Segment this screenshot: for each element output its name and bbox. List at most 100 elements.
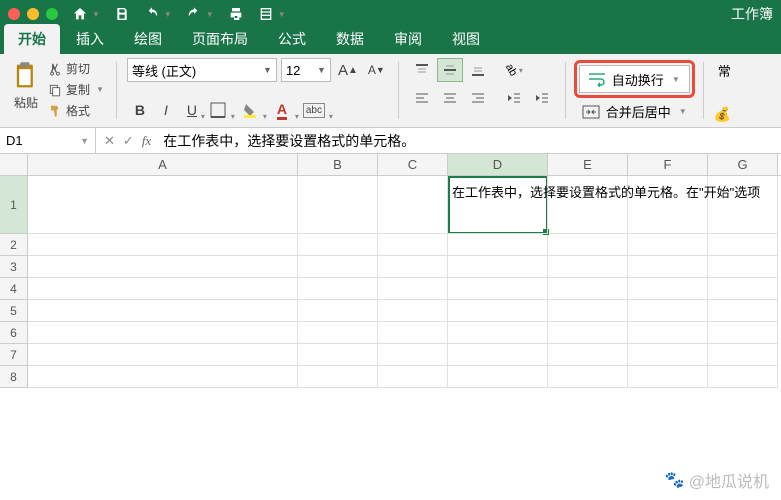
cell[interactable] bbox=[378, 344, 448, 366]
decrease-indent-button[interactable] bbox=[501, 86, 527, 110]
redo-icon[interactable]: ▼ bbox=[186, 6, 214, 22]
cell[interactable] bbox=[378, 300, 448, 322]
cell[interactable] bbox=[448, 234, 548, 256]
cell[interactable] bbox=[548, 344, 628, 366]
cell[interactable] bbox=[298, 366, 378, 388]
cell[interactable] bbox=[298, 322, 378, 344]
cell[interactable] bbox=[548, 366, 628, 388]
tab-insert[interactable]: 插入 bbox=[62, 24, 118, 54]
select-all-corner[interactable] bbox=[0, 154, 28, 175]
column-header[interactable]: A bbox=[28, 154, 298, 175]
font-size-combo[interactable]: 12▼ bbox=[281, 58, 331, 82]
close-icon[interactable] bbox=[8, 8, 20, 20]
cell[interactable] bbox=[548, 300, 628, 322]
column-header[interactable]: G bbox=[708, 154, 778, 175]
align-right-button[interactable] bbox=[465, 86, 491, 110]
wrap-text-button[interactable]: 自动换行▼ bbox=[579, 65, 690, 93]
cell[interactable] bbox=[378, 176, 448, 234]
font-color-button[interactable]: A▾ bbox=[269, 97, 295, 123]
row-header[interactable]: 8 bbox=[0, 366, 28, 388]
align-middle-button[interactable] bbox=[437, 58, 463, 82]
merge-center-button[interactable]: 合并后居中▼ bbox=[574, 102, 695, 121]
cell[interactable] bbox=[708, 278, 778, 300]
maximize-icon[interactable] bbox=[46, 8, 58, 20]
align-center-button[interactable] bbox=[437, 86, 463, 110]
cell[interactable] bbox=[298, 300, 378, 322]
tab-data[interactable]: 数据 bbox=[322, 24, 378, 54]
save-icon[interactable] bbox=[114, 6, 130, 22]
decrease-font-button[interactable]: A▼ bbox=[365, 63, 388, 77]
increase-font-button[interactable]: A▲ bbox=[335, 62, 361, 79]
format-painter-button[interactable]: 格式 bbox=[46, 100, 106, 121]
cell[interactable] bbox=[708, 300, 778, 322]
row-header[interactable]: 2 bbox=[0, 234, 28, 256]
fx-icon[interactable]: fx bbox=[142, 133, 151, 149]
column-header[interactable]: E bbox=[548, 154, 628, 175]
cell[interactable] bbox=[378, 322, 448, 344]
row-header[interactable]: 1 bbox=[0, 176, 28, 234]
row-header[interactable]: 7 bbox=[0, 344, 28, 366]
cell[interactable] bbox=[28, 322, 298, 344]
cell[interactable] bbox=[28, 278, 298, 300]
cell[interactable] bbox=[28, 234, 298, 256]
cell[interactable] bbox=[378, 234, 448, 256]
tab-draw[interactable]: 绘图 bbox=[120, 24, 176, 54]
tab-layout[interactable]: 页面布局 bbox=[178, 24, 262, 54]
cell[interactable] bbox=[448, 322, 548, 344]
cell[interactable] bbox=[448, 256, 548, 278]
fill-color-button[interactable]: ▾ bbox=[237, 97, 263, 123]
tab-view[interactable]: 视图 bbox=[438, 24, 494, 54]
column-header[interactable]: F bbox=[628, 154, 708, 175]
cell[interactable] bbox=[548, 234, 628, 256]
cell[interactable] bbox=[628, 278, 708, 300]
print-icon[interactable] bbox=[228, 6, 244, 22]
worksheet-grid[interactable]: ABCDEFG 1在工作表中，选择要设置格式的单元格。在"开始"选项234567… bbox=[0, 154, 781, 388]
cell[interactable] bbox=[548, 278, 628, 300]
tab-review[interactable]: 审阅 bbox=[380, 24, 436, 54]
cell[interactable] bbox=[448, 300, 548, 322]
row-header[interactable]: 3 bbox=[0, 256, 28, 278]
cell[interactable] bbox=[628, 234, 708, 256]
row-header[interactable]: 4 bbox=[0, 278, 28, 300]
cell[interactable] bbox=[448, 344, 548, 366]
cell[interactable] bbox=[628, 366, 708, 388]
underline-button[interactable]: U▾ bbox=[179, 97, 205, 123]
border-button[interactable]: ▾ bbox=[205, 97, 231, 123]
cell[interactable] bbox=[298, 234, 378, 256]
align-top-button[interactable] bbox=[409, 58, 435, 82]
cell[interactable] bbox=[378, 366, 448, 388]
cell[interactable] bbox=[28, 344, 298, 366]
cell[interactable] bbox=[628, 300, 708, 322]
copy-button[interactable]: 复制▼ bbox=[46, 79, 106, 100]
row-header[interactable]: 6 bbox=[0, 322, 28, 344]
cell[interactable] bbox=[628, 344, 708, 366]
cell[interactable] bbox=[378, 278, 448, 300]
cell[interactable]: 在工作表中，选择要设置格式的单元格。在"开始"选项 bbox=[448, 176, 548, 234]
cell[interactable] bbox=[298, 176, 378, 234]
cut-button[interactable]: 剪切 bbox=[46, 58, 106, 79]
cell[interactable] bbox=[548, 322, 628, 344]
cell[interactable] bbox=[378, 256, 448, 278]
row-header[interactable]: 5 bbox=[0, 300, 28, 322]
number-format[interactable]: 常 bbox=[714, 58, 744, 82]
italic-button[interactable]: I bbox=[153, 97, 179, 123]
minimize-icon[interactable] bbox=[27, 8, 39, 20]
home-icon[interactable]: ▼ bbox=[72, 6, 100, 22]
cancel-icon[interactable]: ✕ bbox=[104, 133, 115, 149]
cell[interactable] bbox=[298, 256, 378, 278]
formula-input[interactable]: 在工作表中，选择要设置格式的单元格。 bbox=[159, 131, 415, 151]
increase-indent-button[interactable] bbox=[529, 86, 555, 110]
align-left-button[interactable] bbox=[409, 86, 435, 110]
column-header[interactable]: D bbox=[448, 154, 548, 175]
cell[interactable] bbox=[298, 278, 378, 300]
cell[interactable] bbox=[448, 278, 548, 300]
cell[interactable] bbox=[28, 366, 298, 388]
cell[interactable] bbox=[708, 344, 778, 366]
cell[interactable] bbox=[28, 256, 298, 278]
tab-formulas[interactable]: 公式 bbox=[264, 24, 320, 54]
cell[interactable] bbox=[548, 256, 628, 278]
cell[interactable] bbox=[708, 234, 778, 256]
bold-button[interactable]: B bbox=[127, 97, 153, 123]
sheet-icon[interactable]: ▼ bbox=[258, 6, 286, 22]
cell[interactable] bbox=[628, 256, 708, 278]
